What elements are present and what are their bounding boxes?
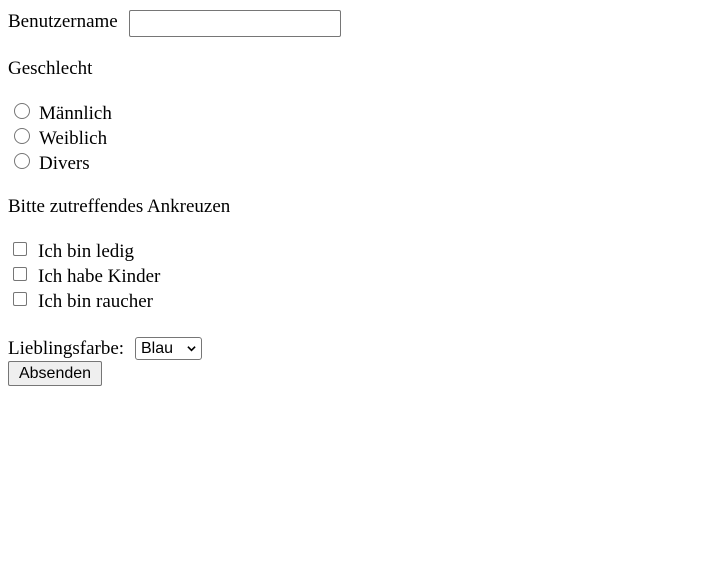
gender-option-label: Weiblich (39, 128, 108, 149)
favorite-color-selected: Blau (141, 340, 174, 357)
favorite-color-select[interactable]: Blau (135, 337, 202, 360)
checkbox-label: Ich bin raucher (38, 291, 153, 312)
checkbox-label: Ich bin ledig (38, 241, 135, 262)
submit-button[interactable]: Absenden (8, 361, 102, 386)
chevron-down-icon (187, 346, 196, 352)
gender-radio-divers[interactable] (14, 153, 30, 169)
gender-radio-weiblich[interactable] (14, 128, 30, 144)
username-label: Benutzername (8, 11, 118, 32)
favorite-color-label: Lieblingsfarbe: (8, 338, 125, 359)
checkbox-ledig[interactable] (13, 242, 27, 256)
checkbox-kinder[interactable] (13, 267, 27, 281)
gender-heading: Geschlecht (8, 58, 93, 79)
gender-radio-maennlich[interactable] (14, 103, 30, 119)
form-page: Benutzername Geschlecht Männlich Weiblic… (0, 0, 710, 578)
checkbox-raucher[interactable] (13, 292, 27, 306)
checks-heading: Bitte zutreffendes Ankreuzen (8, 196, 231, 217)
gender-option-label: Männlich (39, 103, 112, 124)
username-input[interactable] (129, 10, 341, 37)
gender-option-label: Divers (39, 153, 90, 174)
checkbox-label: Ich habe Kinder (38, 266, 161, 287)
